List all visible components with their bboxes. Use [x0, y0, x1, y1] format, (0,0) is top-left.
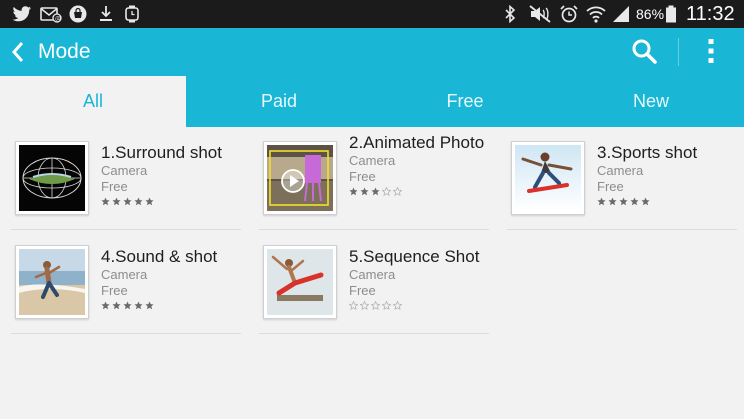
mode-price: Free: [349, 283, 376, 298]
mode-info: 1.Surround shot Camera Free: [101, 143, 241, 206]
mode-category: Camera: [349, 267, 396, 282]
star-filled-icon: [123, 301, 132, 310]
star-empty-icon: [360, 301, 369, 310]
watch-icon: [124, 5, 140, 23]
star-empty-icon: [371, 301, 380, 310]
mode-info: 5.Sequence Shot Camera Free: [349, 247, 489, 310]
surround-shot-image: [19, 145, 85, 211]
tab-bar: All Paid Free New: [0, 76, 744, 127]
mail-icon: @: [40, 5, 62, 23]
action-bar: Mode: [0, 28, 744, 76]
rating-stars: [349, 187, 489, 196]
star-filled-icon: [630, 197, 639, 206]
tab-all[interactable]: All: [0, 76, 186, 127]
mode-price: Free: [101, 283, 128, 298]
star-filled-icon: [101, 301, 110, 310]
star-filled-icon: [619, 197, 628, 206]
star-empty-icon: [382, 187, 391, 196]
star-empty-icon: [349, 301, 358, 310]
mode-category: Camera: [597, 163, 644, 178]
bluetooth-icon: [503, 4, 517, 24]
action-bar-divider: [678, 38, 679, 66]
mode-category: Camera: [101, 163, 148, 178]
clock: 11:32: [686, 3, 735, 25]
overflow-menu-button[interactable]: [698, 36, 724, 70]
star-filled-icon: [608, 197, 617, 206]
overflow-menu-icon: [708, 38, 714, 69]
sports-shot-image: [515, 145, 581, 211]
search-button[interactable]: [626, 36, 662, 70]
mode-price: Free: [101, 179, 128, 194]
star-filled-icon: [101, 197, 110, 206]
star-empty-icon: [382, 301, 391, 310]
alarm-icon: [559, 5, 579, 23]
mode-name: 3.Sports shot: [597, 143, 698, 162]
star-filled-icon: [349, 187, 358, 196]
page-title: Mode: [38, 40, 91, 63]
mute-icon: [528, 5, 552, 23]
star-filled-icon: [112, 197, 121, 206]
svg-text:@: @: [55, 16, 61, 23]
mode-price: Free: [349, 169, 376, 184]
mode-item-sports-shot[interactable]: 3.Sports shot Camera Free: [507, 127, 737, 230]
mode-thumbnail: [263, 245, 337, 319]
star-empty-icon: [393, 301, 402, 310]
star-filled-icon: [134, 197, 143, 206]
mode-name: 2.Animated Photo: [349, 133, 485, 152]
mode-name: 4.Sound & shot: [101, 247, 218, 266]
star-filled-icon: [123, 197, 132, 206]
download-icon: [99, 5, 113, 23]
mode-thumbnail: [15, 141, 89, 215]
mode-info: 2.Animated Photo Camera Free: [349, 133, 489, 196]
mode-category: Camera: [101, 267, 148, 282]
mode-price: Free: [597, 179, 624, 194]
battery-icon: [665, 5, 677, 23]
star-empty-icon: [393, 187, 402, 196]
bag-icon: [68, 5, 88, 23]
status-bar: @ 86% 11:32: [0, 0, 744, 28]
back-chevron-icon: [6, 34, 30, 70]
star-filled-icon: [112, 301, 121, 310]
star-filled-icon: [641, 197, 650, 206]
mode-name: 5.Sequence Shot: [349, 247, 480, 266]
star-filled-icon: [360, 187, 369, 196]
mode-info: 4.Sound & shot Camera Free: [101, 247, 241, 310]
sequence-shot-image: [267, 249, 333, 315]
tab-paid[interactable]: Paid: [186, 76, 372, 127]
sound-and-shot-image: [19, 249, 85, 315]
mode-thumbnail: [15, 245, 89, 319]
mode-item-sequence-shot[interactable]: 5.Sequence Shot Camera Free: [259, 231, 489, 334]
mode-thumbnail: [511, 141, 585, 215]
mode-item-surround-shot[interactable]: 1.Surround shot Camera Free: [11, 127, 241, 230]
mode-name: 1.Surround shot: [101, 143, 222, 162]
animated-photo-image: [267, 145, 333, 211]
star-filled-icon: [134, 301, 143, 310]
tab-new[interactable]: New: [558, 76, 744, 127]
mode-item-animated-photo[interactable]: 2.Animated Photo Camera Free: [259, 127, 489, 230]
mode-thumbnail: [263, 141, 337, 215]
rating-stars: [101, 197, 241, 206]
twitter-icon: [12, 5, 32, 23]
mode-item-sound-and-shot[interactable]: 4.Sound & shot Camera Free: [11, 231, 241, 334]
star-filled-icon: [145, 301, 154, 310]
star-filled-icon: [371, 187, 380, 196]
wifi-icon: [585, 5, 607, 23]
back-button[interactable]: Mode: [6, 34, 106, 70]
signal-icon: [611, 5, 631, 23]
star-filled-icon: [597, 197, 606, 206]
battery-percent: 86%: [636, 6, 665, 22]
search-icon: [631, 38, 657, 69]
mode-category: Camera: [349, 153, 396, 168]
star-filled-icon: [145, 197, 154, 206]
rating-stars: [349, 301, 489, 310]
rating-stars: [101, 301, 241, 310]
mode-grid: 1.Surround shot Camera Free 2.Animated P…: [0, 127, 744, 419]
rating-stars: [597, 197, 737, 206]
tab-free[interactable]: Free: [372, 76, 558, 127]
mode-info: 3.Sports shot Camera Free: [597, 143, 737, 206]
